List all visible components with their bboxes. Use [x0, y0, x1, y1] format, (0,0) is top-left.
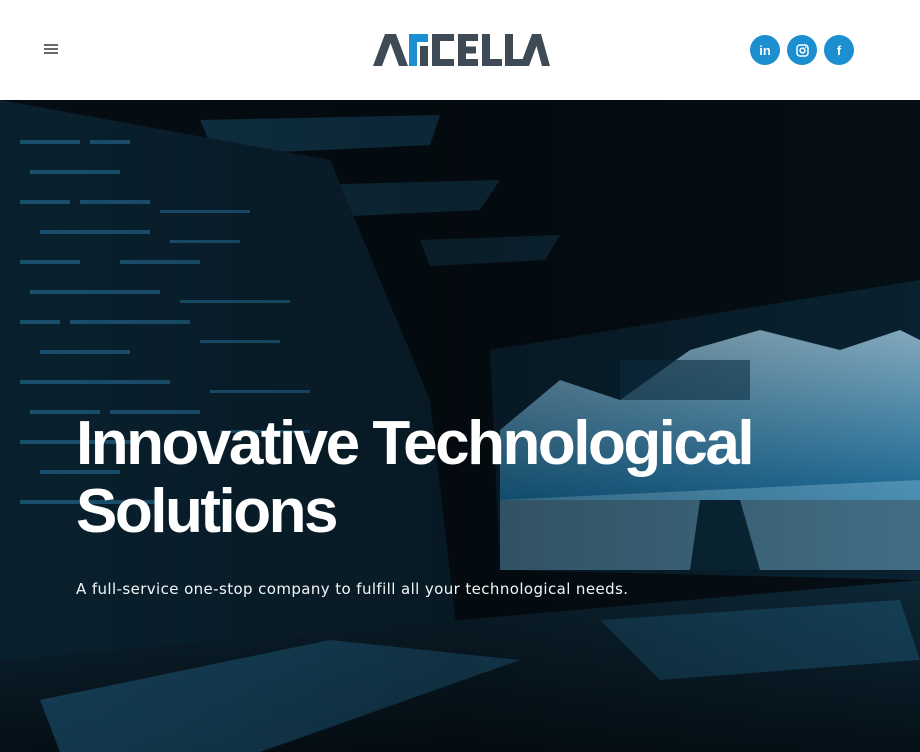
hero-subtitle: A full-service one-stop company to fulfi…: [76, 580, 629, 598]
linkedin-button[interactable]: in: [750, 35, 780, 65]
instagram-icon: [795, 43, 809, 57]
hero-section: Innovative Technological Solutions A ful…: [0, 100, 920, 752]
facebook-button[interactable]: f: [824, 35, 854, 65]
arcella-logo[interactable]: [370, 30, 550, 70]
hamburger-icon[interactable]: [44, 44, 58, 56]
social-links: in f: [750, 35, 854, 65]
hero-title-line-2: Solutions: [76, 477, 338, 546]
linkedin-icon: in: [759, 42, 771, 58]
facebook-icon: f: [836, 42, 842, 58]
hero-title: Innovative Technological Solutions: [76, 410, 876, 546]
instagram-button[interactable]: [787, 35, 817, 65]
hero-title-line-1: Innovative Technological: [76, 409, 755, 478]
site-header: in f: [0, 0, 920, 100]
